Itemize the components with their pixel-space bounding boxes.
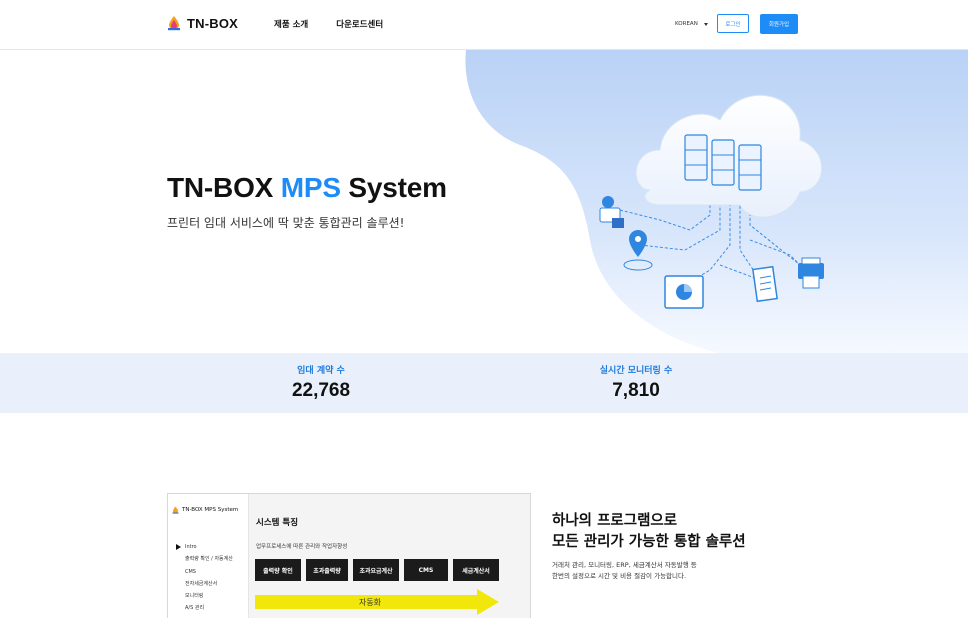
- login-button[interactable]: 로그인: [717, 14, 749, 33]
- logo[interactable]: TN-BOX: [167, 15, 238, 31]
- main-nav: 제품 소개 다운로드센터: [274, 18, 383, 30]
- color-drop-icon: [172, 506, 179, 514]
- preview-menu-item: CMS: [185, 568, 196, 575]
- preview-menu-item: Intro: [176, 541, 233, 553]
- preview-brand-text: TN-BOX MPS System: [182, 507, 239, 513]
- stat-label: 실시간 모니터링 수: [599, 366, 673, 376]
- preview-sidebar: TN-BOX MPS System Intro 출력량 확인 / 자동계산 CM…: [168, 494, 249, 618]
- preview-menu-item: 모니터링: [185, 593, 204, 600]
- hero-title: TN-BOX MPS System: [167, 172, 447, 204]
- stat-rental-contracts: 임대 계약 수 22,768: [221, 363, 421, 402]
- cloud-network-illustration: [599, 94, 824, 309]
- step-box: CMS: [404, 559, 448, 581]
- stat-value: 22,768: [291, 380, 351, 401]
- automation-arrow: 자동화: [255, 589, 501, 615]
- stat-realtime-monitoring: 실시간 모니터링 수 7,810: [536, 363, 736, 402]
- step-box: 초과출력량: [306, 559, 348, 581]
- hero-title-accent: MPS: [280, 172, 341, 203]
- stat-value: 7,810: [612, 380, 660, 401]
- caret-down-icon: [703, 22, 708, 26]
- hero-subtitle: 프린터 임대 서비스에 딱 맞춘 통합관리 솔루션!: [167, 216, 405, 230]
- hero-title-part1: TN-BOX: [167, 172, 281, 203]
- feature-title: 하나의 프로그램으로 모든 관리가 가능한 통합 솔루션: [552, 511, 746, 553]
- nav-download-center[interactable]: 다운로드센터: [336, 18, 383, 30]
- stat-label: 임대 계약 수: [297, 366, 345, 376]
- nav-product-intro[interactable]: 제품 소개: [274, 18, 308, 30]
- stats-band: 임대 계약 수 22,768 실시간 모니터링 수 7,810: [0, 353, 968, 413]
- preview-brand: TN-BOX MPS System: [172, 506, 238, 514]
- step-box: 세금계산서: [453, 559, 499, 581]
- feature-title-line1: 하나의 프로그램으로: [552, 513, 678, 529]
- header: TN-BOX 제품 소개 다운로드센터 KOREAN 로그인 회원가입: [0, 0, 968, 50]
- feature-description: 거래처 관리, 모니터링, ERP, 세금계산서 자동발행 등 한번의 설정으로…: [552, 560, 697, 582]
- language-label: KOREAN: [675, 21, 698, 27]
- step-box: 출력량 확인: [255, 559, 301, 581]
- feature-title-line2: 모든 관리가 가능한 통합 솔루션: [552, 534, 746, 550]
- automation-label: 자동화: [358, 597, 382, 607]
- signup-button[interactable]: 회원가입: [760, 14, 798, 34]
- preview-menu-item: 출력량 확인 / 자동계산: [185, 556, 233, 563]
- system-preview-image: TN-BOX MPS System Intro 출력량 확인 / 자동계산 CM…: [167, 493, 531, 618]
- feature-desc-line1: 거래처 관리, 모니터링, ERP, 세금계산서 자동발행 등: [552, 561, 697, 569]
- color-drop-icon: [168, 16, 180, 31]
- hero-title-part2: System: [340, 172, 447, 203]
- triangle-right-icon: [176, 544, 181, 550]
- preview-menu-item: A/S 관리: [185, 605, 205, 612]
- step-box: 초과요금계산: [353, 559, 399, 581]
- language-selector[interactable]: KOREAN: [675, 21, 708, 27]
- preview-heading: 시스템 특징: [256, 518, 299, 528]
- preview-description: 업무프로세스에 따른 관리와 작업자향성: [256, 544, 348, 550]
- preview-steps: 출력량 확인 초과출력량 초과요금계산 CMS 세금계산서: [255, 559, 499, 581]
- preview-menu: Intro 출력량 확인 / 자동계산 CMS 전자세금계산서 모니터링 A/S…: [176, 541, 233, 615]
- preview-menu-item: 전자세금계산서: [185, 580, 218, 587]
- brand-name: TN-BOX: [187, 15, 239, 31]
- feature-desc-line2: 한번의 설정으로 시간 및 비용 절감이 가능합니다.: [552, 572, 687, 580]
- preview-main: 시스템 특징 업무프로세스에 따른 관리와 작업자향성 출력량 확인 초과출력량…: [249, 494, 530, 618]
